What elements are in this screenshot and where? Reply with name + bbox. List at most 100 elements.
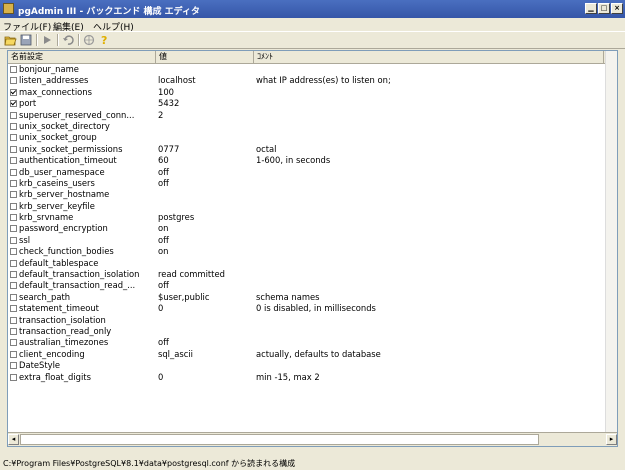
setting-name: krb_server_hostname <box>19 189 110 200</box>
column-header-comment[interactable]: ｺﾒﾝﾄ <box>254 51 604 63</box>
setting-enabled-checkbox[interactable] <box>10 157 17 165</box>
setting-name: port <box>19 98 37 109</box>
list-item[interactable]: transaction_isolation <box>8 315 608 326</box>
setting-enabled-checkbox[interactable] <box>10 350 17 358</box>
list-item[interactable]: unix_socket_group <box>8 132 608 143</box>
scroll-left-button[interactable]: ◂ <box>8 434 19 445</box>
list-item[interactable]: client_encoding sql_ascii actually, defaul… <box>8 349 608 360</box>
list-item[interactable]: default_tablespace <box>8 258 608 269</box>
menu-bar: ファイル(F) 編集(E) ヘルプ(H) <box>0 18 625 33</box>
vertical-scrollbar[interactable] <box>605 51 617 433</box>
setting-enabled-checkbox[interactable] <box>10 77 17 85</box>
list-item[interactable]: port 5432 <box>8 98 608 109</box>
setting-name: db_user_namespace <box>19 166 105 177</box>
setting-name-cell: unix_socket_permissions <box>10 144 156 155</box>
setting-enabled-checkbox[interactable] <box>10 111 17 119</box>
setting-name-cell: australian_timezones <box>10 337 156 348</box>
setting-enabled-checkbox[interactable] <box>10 225 17 233</box>
setting-name-cell: default_transaction_read_... <box>10 280 156 291</box>
setting-value: $user,public <box>158 291 210 302</box>
undo-icon[interactable] <box>62 34 75 46</box>
setting-enabled-checkbox[interactable] <box>10 339 17 347</box>
horizontal-scrollbar[interactable]: ◂ ▸ <box>8 432 617 446</box>
scroll-thumb[interactable] <box>20 434 539 445</box>
setting-enabled-checkbox[interactable] <box>10 373 17 381</box>
list-item[interactable]: krb_srvname postgres <box>8 212 608 223</box>
setting-enabled-checkbox[interactable] <box>10 236 17 244</box>
setting-enabled-checkbox[interactable] <box>10 122 17 130</box>
setting-enabled-checkbox[interactable] <box>10 214 17 222</box>
scroll-right-button[interactable]: ▸ <box>606 434 617 445</box>
settings-list[interactable]: 名前設定 値 ｺﾒﾝﾄ bonjour_name listen_addresses… <box>7 50 618 447</box>
setting-enabled-checkbox[interactable] <box>10 293 17 301</box>
list-item[interactable]: max_connections 100 <box>8 87 608 98</box>
setting-enabled-checkbox[interactable] <box>10 282 17 290</box>
execute-icon[interactable] <box>41 34 54 46</box>
list-item[interactable]: statement_timeout 0 0 is disabled, in mill… <box>8 303 608 314</box>
toolbar-separator <box>57 34 59 46</box>
list-item[interactable]: db_user_namespace off <box>8 167 608 178</box>
list-item[interactable]: krb_caseins_users off <box>8 178 608 189</box>
setting-enabled-checkbox[interactable] <box>10 179 17 187</box>
list-item[interactable]: australian_timezones off <box>8 337 608 348</box>
toolbar: ? <box>0 31 625 49</box>
minimize-button[interactable]: ▁ <box>585 3 597 14</box>
setting-enabled-checkbox[interactable] <box>10 362 17 370</box>
setting-enabled-checkbox[interactable] <box>10 248 17 256</box>
setting-enabled-checkbox[interactable] <box>10 259 17 267</box>
list-item[interactable]: unix_socket_permissions 0777 octal <box>8 144 608 155</box>
setting-enabled-checkbox[interactable] <box>10 66 17 73</box>
list-item[interactable]: search_path $user,public schema names <box>8 292 608 303</box>
setting-name: check_function_bodies <box>19 246 114 257</box>
setting-name: unix_socket_directory <box>19 120 110 131</box>
setting-name: transaction_isolation <box>19 314 106 325</box>
setting-name-cell: krb_caseins_users <box>10 178 156 189</box>
column-header-name[interactable]: 名前設定 <box>8 51 156 63</box>
setting-name-cell: authentication_timeout <box>10 155 156 166</box>
setting-enabled-checkbox[interactable] <box>10 327 17 335</box>
list-item[interactable]: password_encryption on <box>8 223 608 234</box>
setting-name-cell: krb_server_keyfile <box>10 201 156 212</box>
setting-enabled-checkbox[interactable] <box>10 145 17 153</box>
setting-enabled-checkbox[interactable] <box>10 100 17 108</box>
setting-enabled-checkbox[interactable] <box>10 191 17 199</box>
setting-enabled-checkbox[interactable] <box>10 305 17 313</box>
list-item[interactable]: DateStyle <box>8 360 608 371</box>
setting-name: unix_socket_permissions <box>19 143 123 154</box>
list-item[interactable]: bonjour_name <box>8 64 608 75</box>
list-item[interactable]: krb_server_keyfile <box>8 201 608 212</box>
list-item[interactable]: superuser_reserved_conn... 2 <box>8 110 608 121</box>
setting-name: default_transaction_isolation <box>19 269 140 280</box>
list-item[interactable]: authentication_timeout 60 1-600, in second… <box>8 155 608 166</box>
setting-value: off <box>158 166 169 177</box>
maximize-button[interactable]: □ <box>598 3 610 14</box>
setting-value: 2 <box>158 109 164 120</box>
setting-name: listen_addresses <box>19 75 89 86</box>
open-icon[interactable] <box>4 34 17 46</box>
list-item[interactable]: unix_socket_directory <box>8 121 608 132</box>
setting-enabled-checkbox[interactable] <box>10 168 17 176</box>
list-item[interactable]: ssl off <box>8 235 608 246</box>
column-header-value[interactable]: 値 <box>156 51 254 63</box>
setting-name-cell: unix_socket_group <box>10 132 156 143</box>
list-item[interactable]: transaction_read_only <box>8 326 608 337</box>
help-icon[interactable]: ? <box>98 34 111 46</box>
list-item[interactable]: extra_float_digits 0 min -15, max 2 <box>8 372 608 383</box>
setting-name: authentication_timeout <box>19 155 117 166</box>
setting-enabled-checkbox[interactable] <box>10 202 17 210</box>
hint-icon[interactable] <box>83 34 96 46</box>
setting-enabled-checkbox[interactable] <box>10 134 17 142</box>
save-icon[interactable] <box>20 34 33 46</box>
toolbar-separator <box>36 34 38 46</box>
setting-enabled-checkbox[interactable] <box>10 271 17 279</box>
setting-name: superuser_reserved_conn... <box>19 109 135 120</box>
list-item[interactable]: default_transaction_isolation read commit… <box>8 269 608 280</box>
setting-enabled-checkbox[interactable] <box>10 88 17 96</box>
list-item[interactable]: listen_addresses localhost what IP address… <box>8 75 608 86</box>
list-item[interactable]: default_transaction_read_... off <box>8 280 608 291</box>
list-item[interactable]: krb_server_hostname <box>8 189 608 200</box>
list-item[interactable]: check_function_bodies on <box>8 246 608 257</box>
setting-enabled-checkbox[interactable] <box>10 316 17 324</box>
close-button[interactable]: × <box>611 3 623 14</box>
setting-name: password_encryption <box>19 223 108 234</box>
